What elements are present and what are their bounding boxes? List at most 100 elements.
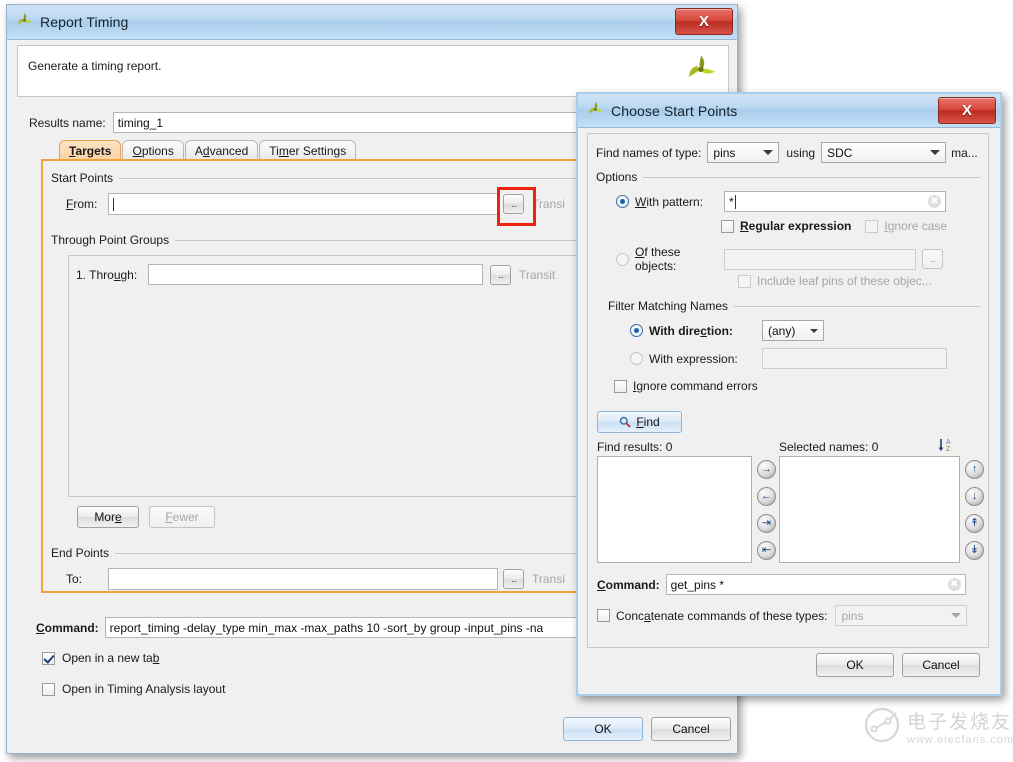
report-timing-cancel-button[interactable]: Cancel: [651, 717, 731, 741]
match-truncated-label: ma...: [951, 146, 978, 160]
move-down-button[interactable]: ↓: [965, 487, 984, 506]
chevron-down-icon: [951, 613, 961, 618]
find-button[interactable]: Find: [597, 411, 682, 433]
selected-names-label: Selected names: 0: [779, 440, 878, 454]
tab-targets[interactable]: Targets: [59, 140, 121, 160]
quartus-leaf-icon: [16, 12, 33, 32]
with-direction-label: With direction:: [649, 324, 762, 338]
chevron-down-icon: [930, 150, 940, 155]
include-leaf-pins-row: Include leaf pins of these objec...: [738, 274, 932, 288]
move-all-right-button[interactable]: ⇥: [757, 514, 776, 533]
report-timing-close-button[interactable]: X: [675, 8, 733, 35]
concatenate-row: Concatenate commands of these types: pin…: [597, 605, 982, 626]
move-to-bottom-button[interactable]: ↡: [965, 541, 984, 560]
to-label: To:: [66, 572, 108, 586]
with-pattern-label: With pattern:: [635, 195, 724, 209]
move-up-button[interactable]: ↑: [965, 460, 984, 479]
of-these-objects-label: Of these objects:: [635, 245, 724, 273]
with-pattern-input[interactable]: * ✖: [724, 191, 946, 212]
choose-cancel-button[interactable]: Cancel: [902, 653, 980, 677]
using-combo[interactable]: SDC: [821, 142, 946, 163]
open-timing-layout-checkbox[interactable]: [42, 683, 55, 696]
group-divider: [734, 306, 980, 307]
more-fewer-row: More Fewer: [77, 506, 215, 528]
from-input[interactable]: [108, 193, 498, 215]
of-these-objects-radio[interactable]: [616, 253, 629, 266]
open-new-tab-checkbox[interactable]: [42, 652, 55, 665]
from-ellipsis-button[interactable]: ...: [503, 194, 524, 214]
to-input[interactable]: [108, 568, 498, 590]
report-timing-ok-button[interactable]: OK: [563, 717, 643, 741]
of-these-objects-ellipsis-button: ...: [922, 249, 943, 269]
command-label: Command:: [597, 578, 660, 592]
options-group: Options: [596, 170, 980, 184]
through-group-label: Through Point Groups: [51, 233, 169, 247]
with-expression-radio[interactable]: [630, 352, 643, 365]
tab-options[interactable]: Options: [122, 140, 183, 160]
command-label: Command:: [36, 621, 99, 635]
report-timing-title: Report Timing: [40, 14, 128, 30]
move-to-top-button[interactable]: ↟: [965, 514, 984, 533]
of-these-objects-input: [724, 249, 916, 270]
include-leaf-pins-checkbox: [738, 275, 751, 288]
with-direction-row: With direction: (any): [630, 320, 824, 341]
to-ellipsis-button[interactable]: ...: [503, 569, 524, 589]
tab-timer-settings[interactable]: Timer Settings: [259, 140, 356, 160]
ignore-command-errors-row[interactable]: Ignore command errors: [614, 379, 758, 393]
fewer-button: Fewer: [149, 506, 215, 528]
ignore-command-errors-checkbox[interactable]: [614, 380, 627, 393]
transfer-button-column: → ← ⇥ ⇤: [757, 460, 776, 560]
with-expression-input: [762, 348, 947, 369]
through-ellipsis-button[interactable]: ...: [490, 265, 511, 285]
choose-command-input[interactable]: get_pins * ✖: [666, 574, 966, 595]
find-type-combo[interactable]: pins: [707, 142, 779, 163]
to-transition-label: Transi: [532, 572, 565, 586]
svg-text:Z: Z: [946, 446, 951, 453]
choose-ok-button[interactable]: OK: [816, 653, 894, 677]
with-expression-label: With expression:: [649, 352, 762, 366]
report-timing-button-row: OK Cancel: [563, 717, 731, 741]
with-pattern-radio[interactable]: [616, 195, 629, 208]
with-expression-row: With expression:: [630, 348, 947, 369]
concatenate-checkbox[interactable]: [597, 609, 610, 622]
find-results-list[interactable]: [597, 456, 752, 563]
selected-names-list[interactable]: [779, 456, 960, 563]
through-row: 1. Through: ... Transit: [76, 264, 555, 285]
choose-start-points-close-button[interactable]: X: [938, 97, 996, 124]
sort-az-icon[interactable]: A Z: [938, 437, 955, 456]
through-label: 1. Through:: [76, 268, 148, 282]
tab-advanced[interactable]: Advanced: [185, 140, 258, 160]
quartus-leaf-icon: [587, 101, 604, 121]
chevron-down-icon: [810, 329, 818, 333]
more-button[interactable]: More: [77, 506, 139, 528]
quartus-leaf-logo-large: [685, 53, 717, 89]
choose-start-points-titlebar[interactable]: Choose Start Points X: [578, 94, 1000, 128]
open-timing-layout-row[interactable]: Open in Timing Analysis layout: [42, 682, 225, 696]
move-all-left-button[interactable]: ⇤: [757, 541, 776, 560]
move-left-button[interactable]: ←: [757, 487, 776, 506]
regular-expression-checkbox[interactable]: [721, 220, 734, 233]
through-input[interactable]: [148, 264, 483, 285]
with-direction-combo[interactable]: (any): [762, 320, 824, 341]
options-group-label: Options: [596, 170, 637, 184]
from-transition-label: Transi: [532, 197, 565, 211]
move-right-button[interactable]: →: [757, 460, 776, 479]
results-name-label: Results name:: [29, 116, 106, 130]
choose-start-points-button-row: OK Cancel: [816, 653, 980, 677]
report-timing-command-row: Command: report_timing -delay_type min_m…: [36, 617, 665, 638]
report-timing-titlebar[interactable]: Report Timing X: [7, 5, 737, 40]
with-direction-radio[interactable]: [630, 324, 643, 337]
choose-start-points-body: Find names of type: pins using SDC ma...…: [587, 133, 989, 648]
open-new-tab-row[interactable]: Open in a new tab: [42, 651, 159, 665]
group-divider: [643, 177, 980, 178]
choose-command-row: Command: get_pins * ✖: [597, 574, 966, 595]
of-these-objects-row: Of these objects: ...: [616, 245, 943, 273]
from-label: From:: [66, 197, 108, 211]
clear-command-icon[interactable]: ✖: [948, 578, 961, 591]
report-timing-tabbar: Targets Options Advanced Timer Settings: [41, 139, 357, 160]
clear-pattern-icon[interactable]: ✖: [928, 195, 941, 208]
start-points-group-label: Start Points: [51, 171, 113, 185]
close-icon: X: [962, 103, 972, 118]
ignore-command-errors-label: Ignore command errors: [633, 379, 758, 393]
concatenate-label: Concatenate commands of these types:: [616, 609, 827, 623]
